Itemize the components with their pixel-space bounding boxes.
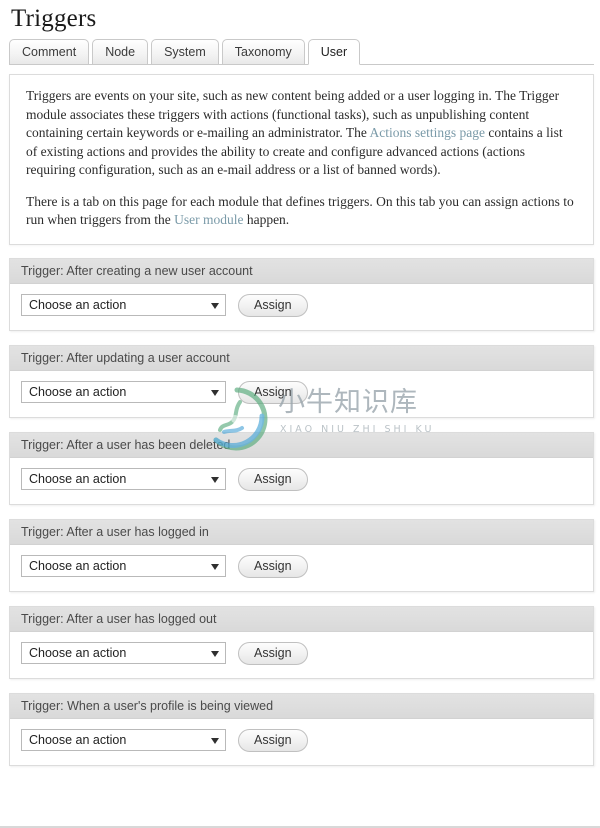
trigger-body: Choose an action Assign bbox=[10, 718, 593, 765]
action-select-value: Choose an action bbox=[29, 646, 127, 660]
trigger-body: Choose an action Assign bbox=[10, 283, 593, 330]
action-select-value: Choose an action bbox=[29, 559, 127, 573]
help-paragraph-1: Triggers are events on your site, such a… bbox=[26, 87, 577, 180]
trigger-sections: Trigger: After creating a new user accou… bbox=[9, 257, 594, 766]
action-row: Choose an action Assign bbox=[21, 467, 583, 491]
action-select[interactable]: Choose an action bbox=[21, 381, 226, 403]
trigger-header[interactable]: Trigger: When a user's profile is being … bbox=[10, 693, 593, 719]
trigger-header[interactable]: Trigger: After creating a new user accou… bbox=[10, 258, 593, 284]
tab-label: System bbox=[164, 45, 206, 59]
chevron-down-icon bbox=[211, 564, 219, 570]
trigger-header[interactable]: Trigger: After a user has logged out bbox=[10, 606, 593, 632]
action-row: Choose an action Assign bbox=[21, 380, 583, 404]
action-select-value: Choose an action bbox=[29, 472, 127, 486]
help-text-2b: happen. bbox=[243, 212, 290, 227]
trigger-panel: Trigger: After creating a new user accou… bbox=[9, 257, 594, 331]
tab-label: Comment bbox=[22, 45, 77, 59]
tab-system[interactable]: System bbox=[151, 39, 219, 65]
trigger-body: Choose an action Assign bbox=[10, 544, 593, 591]
trigger-header[interactable]: Trigger: After a user has been deleted bbox=[10, 432, 593, 458]
actions-settings-page-link[interactable]: Actions settings page bbox=[370, 125, 485, 140]
chevron-down-icon bbox=[211, 738, 219, 744]
tab-label: User bbox=[320, 45, 348, 59]
trigger-body: Choose an action Assign bbox=[10, 631, 593, 678]
tab-node[interactable]: Node bbox=[92, 39, 149, 65]
assign-button[interactable]: Assign bbox=[238, 467, 308, 491]
triggers-admin-page: Triggers Comment Node System Taxonomy User T… bbox=[0, 0, 600, 828]
action-select-value: Choose an action bbox=[29, 733, 127, 747]
help-text-2a: There is a tab on this page for each mod… bbox=[26, 193, 574, 228]
action-row: Choose an action Assign bbox=[21, 641, 583, 665]
trigger-panel: Trigger: After updating a user account Ch… bbox=[9, 344, 594, 418]
tab-user[interactable]: User bbox=[307, 39, 361, 65]
assign-button[interactable]: Assign bbox=[238, 293, 308, 317]
assign-button[interactable]: Assign bbox=[238, 380, 308, 404]
trigger-header[interactable]: Trigger: After updating a user account bbox=[10, 345, 593, 371]
action-row: Choose an action Assign bbox=[21, 728, 583, 752]
action-select[interactable]: Choose an action bbox=[21, 642, 226, 664]
action-row: Choose an action Assign bbox=[21, 554, 583, 578]
page-title: Triggers bbox=[11, 5, 97, 32]
trigger-panel: Trigger: After a user has logged in Choos… bbox=[9, 518, 594, 592]
chevron-down-icon bbox=[211, 390, 219, 396]
help-paragraph-2: There is a tab on this page for each mod… bbox=[26, 193, 577, 230]
chevron-down-icon bbox=[211, 477, 219, 483]
trigger-header[interactable]: Trigger: After a user has logged in bbox=[10, 519, 593, 545]
tab-comment[interactable]: Comment bbox=[9, 39, 90, 65]
action-select-value: Choose an action bbox=[29, 298, 127, 312]
assign-button[interactable]: Assign bbox=[238, 728, 308, 752]
assign-button[interactable]: Assign bbox=[238, 641, 308, 665]
trigger-panel: Trigger: After a user has been deleted Ch… bbox=[9, 431, 594, 505]
user-module-link[interactable]: User module bbox=[174, 212, 243, 227]
trigger-body: Choose an action Assign bbox=[10, 457, 593, 504]
trigger-body: Choose an action Assign bbox=[10, 370, 593, 417]
module-tabs: Comment Node System Taxonomy User bbox=[0, 39, 600, 65]
action-select[interactable]: Choose an action bbox=[21, 468, 226, 490]
action-select[interactable]: Choose an action bbox=[21, 294, 226, 316]
action-select[interactable]: Choose an action bbox=[21, 555, 226, 577]
action-row: Choose an action Assign bbox=[21, 293, 583, 317]
action-select[interactable]: Choose an action bbox=[21, 729, 226, 751]
tab-label: Node bbox=[105, 45, 136, 59]
trigger-panel: Trigger: After a user has logged out Choo… bbox=[9, 605, 594, 679]
tab-label: Taxonomy bbox=[234, 45, 292, 59]
chevron-down-icon bbox=[211, 651, 219, 657]
tab-taxonomy[interactable]: Taxonomy bbox=[221, 39, 305, 65]
chevron-down-icon bbox=[211, 303, 219, 309]
trigger-panel: Trigger: When a user's profile is being … bbox=[9, 692, 594, 766]
assign-button[interactable]: Assign bbox=[238, 554, 308, 578]
help-description-box: Triggers are events on your site, such a… bbox=[9, 74, 594, 245]
action-select-value: Choose an action bbox=[29, 385, 127, 399]
